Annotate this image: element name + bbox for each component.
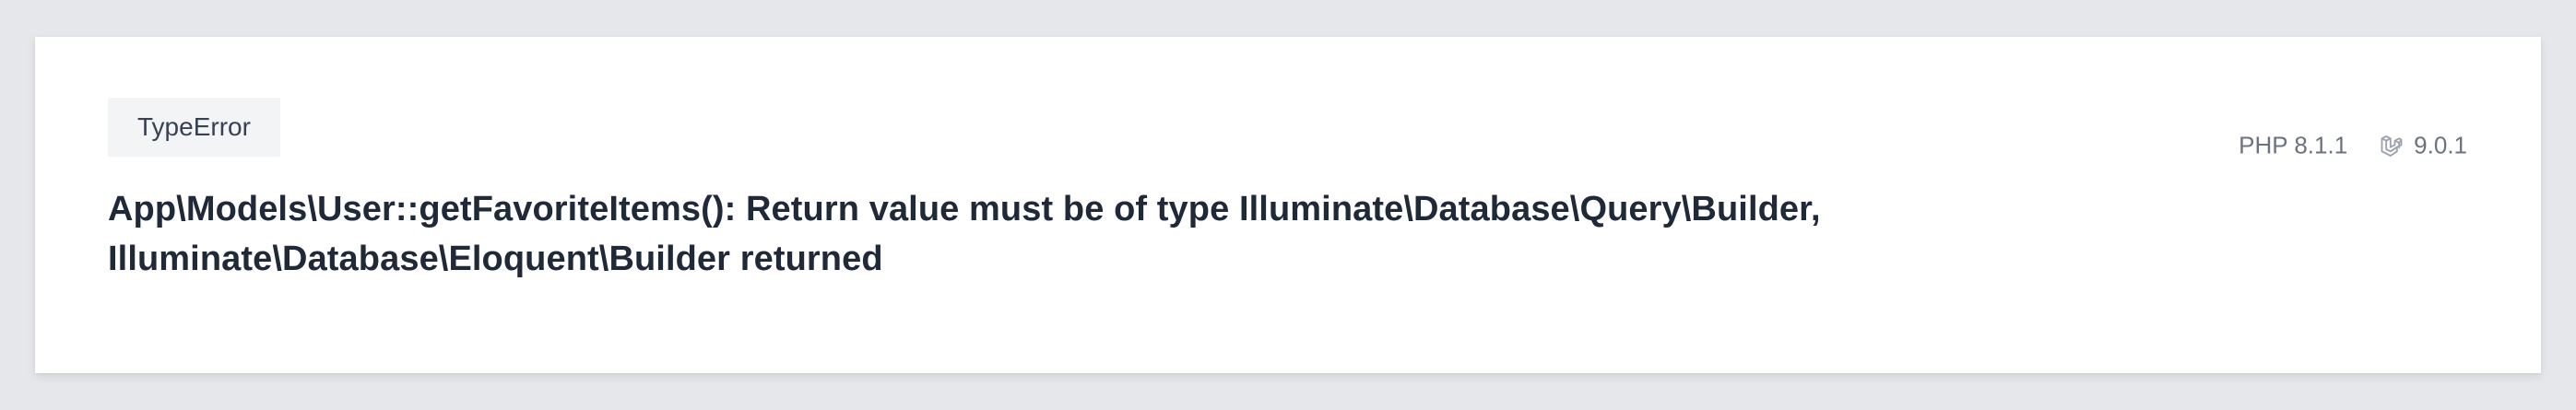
exception-message: App\Models\User::getFavoriteItems(): Ret… (108, 190, 1821, 278)
laravel-logo-icon (2379, 133, 2405, 158)
php-version: PHP 8.1.1 (2239, 131, 2348, 159)
exception-type-badge: TypeError (108, 98, 280, 157)
error-card: TypeError PHP 8.1.1 9.0.1 App\Models\Use… (35, 37, 2541, 373)
laravel-version: 9.0.1 (2414, 131, 2467, 159)
laravel-version-info: 9.0.1 (2379, 132, 2467, 160)
environment-info: PHP 8.1.1 9.0.1 (2239, 132, 2467, 160)
